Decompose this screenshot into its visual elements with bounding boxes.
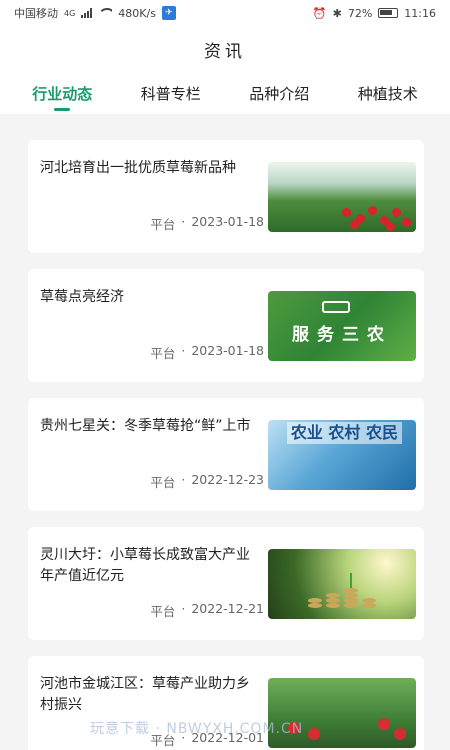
article-date: 2023-01-18 bbox=[191, 343, 264, 358]
article-meta: 平台 · 2022-12-21 bbox=[150, 601, 264, 620]
article-thumbnail[interactable] bbox=[268, 162, 416, 232]
clock-label: 11:16 bbox=[404, 6, 436, 20]
article-date: 2023-01-18 bbox=[191, 214, 264, 229]
page-title: 资讯 bbox=[204, 41, 246, 62]
article-card[interactable]: 河北培育出一批优质草莓新品种 平台 · 2023-01-18 bbox=[28, 140, 424, 253]
meta-separator: · bbox=[181, 214, 186, 229]
article-title: 贵州七星关：冬季草莓抢“鲜”上市 bbox=[40, 418, 251, 434]
article-date: 2022-12-21 bbox=[191, 601, 264, 616]
tab-industry-news[interactable]: 行业动态 bbox=[32, 72, 92, 114]
tab-label: 科普专栏 bbox=[140, 84, 201, 103]
article-card[interactable]: 贵州七星关：冬季草莓抢“鲜”上市 平台 · 2022-12-23 农业 农村 农… bbox=[28, 398, 424, 511]
tractor-icon bbox=[322, 301, 350, 313]
article-thumbnail[interactable] bbox=[268, 549, 416, 619]
app-notification-icon: ✈ bbox=[161, 6, 176, 20]
meta-separator: · bbox=[181, 343, 186, 358]
watermark: 玩意下载 · NBWYXH.COM.CN bbox=[90, 721, 304, 737]
article-card[interactable]: 灵川大圩：小草莓长成致富大产业 年产值近亿元 平台 · 2022-12-21 bbox=[28, 527, 424, 640]
article-meta: 平台 · 2022-12-23 bbox=[150, 472, 264, 491]
article-date: 2022-12-23 bbox=[191, 472, 264, 487]
thumbnail-caption: 服务三农 bbox=[292, 324, 392, 345]
carrier-label: 中国移动 bbox=[14, 7, 58, 20]
article-title: 草莓点亮经济 bbox=[40, 289, 124, 305]
alarm-icon: ⏰ bbox=[312, 6, 327, 20]
tab-label: 行业动态 bbox=[32, 84, 93, 103]
article-title: 灵川大圩：小草莓长成致富大产业 年产值近亿元 bbox=[40, 547, 250, 584]
article-title: 河池市金城江区：草莓产业助力乡村振兴 bbox=[40, 676, 250, 713]
article-thumbnail[interactable]: 农业 农村 农民 bbox=[268, 420, 416, 490]
article-text: 灵川大圩：小草莓长成致富大产业 年产值近亿元 平台 · 2022-12-21 bbox=[40, 537, 268, 630]
article-feed[interactable]: 河北培育出一批优质草莓新品种 平台 · 2023-01-18 草莓点亮经济 平台… bbox=[0, 114, 450, 750]
article-meta: 平台 · 2023-01-18 bbox=[150, 343, 264, 362]
thumbnail-caption: 农业 农村 农民 bbox=[286, 422, 402, 444]
article-card[interactable]: 草莓点亮经济 平台 · 2023-01-18 服务三农 bbox=[28, 269, 424, 382]
article-thumbnail[interactable]: 服务三农 bbox=[268, 291, 416, 361]
status-bar: 中国移动 4G 480K/s ✈ ⏰ ✱ 72% 11:16 bbox=[0, 0, 450, 26]
battery-icon bbox=[378, 8, 399, 18]
battery-label: 72% bbox=[347, 6, 373, 20]
meta-separator: · bbox=[181, 472, 186, 487]
speed-label: 480K/s bbox=[118, 6, 156, 20]
article-meta: 平台 · 2023-01-18 bbox=[150, 214, 264, 233]
signal-icon bbox=[81, 8, 93, 18]
article-text: 草莓点亮经济 平台 · 2023-01-18 bbox=[40, 279, 268, 372]
category-tabs: 行业动态 科普专栏 品种介绍 种植技术 bbox=[0, 72, 450, 114]
bluetooth-icon: ✱ bbox=[332, 6, 342, 20]
app-header: 资讯 bbox=[0, 26, 450, 72]
tab-planting-tech[interactable]: 种植技术 bbox=[358, 72, 418, 114]
tab-science-column[interactable]: 科普专栏 bbox=[141, 72, 201, 114]
tab-label: 品种介绍 bbox=[249, 84, 310, 103]
article-text: 贵州七星关：冬季草莓抢“鲜”上市 平台 · 2022-12-23 bbox=[40, 408, 268, 501]
article-source: 平台 bbox=[150, 604, 176, 619]
network-label: 4G bbox=[64, 8, 76, 18]
tab-label: 种植技术 bbox=[357, 84, 418, 103]
article-text: 河北培育出一批优质草莓新品种 平台 · 2023-01-18 bbox=[40, 150, 268, 243]
article-source: 平台 bbox=[150, 346, 176, 361]
article-source: 平台 bbox=[150, 475, 176, 490]
meta-separator: · bbox=[181, 601, 186, 616]
wifi-icon bbox=[98, 8, 113, 18]
article-source: 平台 bbox=[150, 217, 176, 232]
article-title: 河北培育出一批优质草莓新品种 bbox=[40, 160, 236, 176]
tab-variety-intro[interactable]: 品种介绍 bbox=[249, 72, 309, 114]
